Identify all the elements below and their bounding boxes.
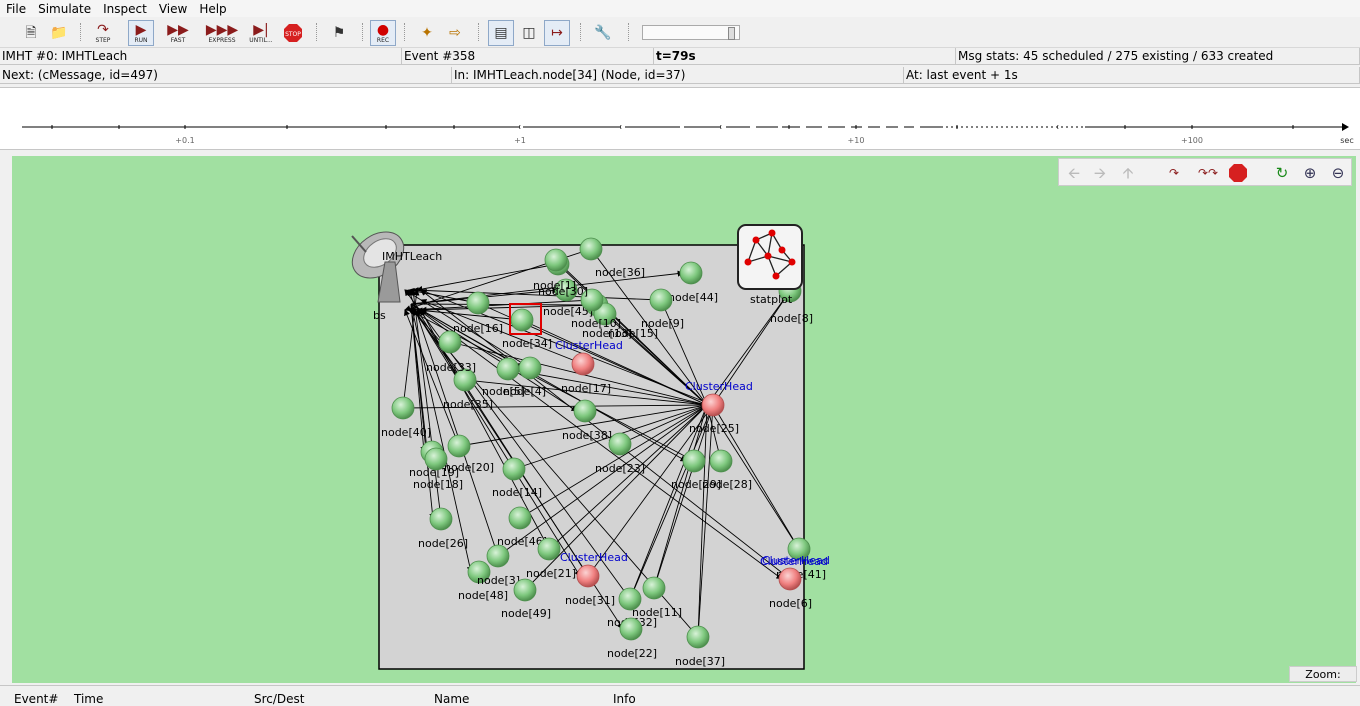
step-module-icon[interactable]: ↷ [1163,162,1185,184]
menu-bar: File Simulate Inspect View Help [0,0,1360,17]
next-event: Next: (cMessage, id=497) [0,67,452,84]
express-button[interactable]: ▶▶▶ EXPRESS [206,20,238,46]
status-row-2: Next: (cMessage, id=497) In: IMHTLeach.n… [0,67,1360,85]
express-label: EXPRESS [208,36,236,44]
timeline-axis: +0.1 +1 +10 +100 sec [22,123,1354,145]
forward-arrow-icon[interactable]: 🡪 [1089,162,1111,184]
rec-label: REC [376,36,390,44]
fast-label: FAST [170,36,186,44]
stop-icon: STOP [284,24,302,42]
event-number: Event #358 [402,48,654,65]
col-info[interactable]: Info [613,692,636,706]
run-module-icon[interactable]: ↷↷ [1197,162,1219,184]
step-label: STEP [95,36,111,44]
canvas-toolbar: 🡨 🡪 🡩 ↷ ↷↷ ↻ ⊕ ⊖ [1058,158,1352,186]
model-name: IMHT #0: IMHTLeach [0,48,402,65]
stop-label: STOP [285,31,301,38]
zoom-level: Zoom: 1.69x [1289,666,1357,697]
animation-speed-slider[interactable] [642,25,740,40]
until-button[interactable]: ▶| UNTIL... [246,20,276,46]
msg-stats: Msg stats: 45 scheduled / 275 existing /… [956,48,1360,65]
stop-button[interactable]: STOP [280,20,306,46]
timeline-toggle-icon[interactable]: ↦ [544,20,570,46]
next-time: At: last event + 1s [904,67,1360,84]
event-log-header: Event# Time Src/Dest Name Info [0,685,1360,706]
timeline[interactable]: +0.1 +1 +10 +100 sec [0,87,1360,150]
menu-inspect[interactable]: Inspect [97,0,153,17]
filter-messages-icon[interactable]: ⇨ [442,20,468,46]
stop-module-icon[interactable] [1227,162,1249,184]
zoom-in-icon[interactable]: ⊕ [1299,162,1321,184]
fast-button[interactable]: ▶▶ FAST [165,20,191,46]
sim-time: t=79s [654,48,956,65]
up-arrow-icon[interactable]: 🡩 [1117,162,1139,184]
run-label: RUN [134,36,148,44]
run-button[interactable]: ▶ RUN [128,20,154,46]
tick-label-1: +1 [514,136,526,145]
tick-label-0-1: +0.1 [175,136,194,145]
step-button[interactable]: ↷ STEP [90,20,116,46]
back-arrow-icon[interactable]: 🡨 [1063,162,1085,184]
next-module: In: IMHTLeach.node[34] (Node, id=37) [452,67,904,84]
timeline-unit: sec [1340,136,1354,145]
menu-help[interactable]: Help [193,0,232,17]
layout-vertical-icon[interactable]: ▤ [488,20,514,46]
menu-file[interactable]: File [0,0,32,17]
zoom-out-icon[interactable]: ⊖ [1327,162,1349,184]
status-row-1: IMHT #0: IMHTLeach Event #358 t=79s Msg … [0,48,1360,66]
tick-label-100: +100 [1181,136,1203,145]
load-ini-icon[interactable]: 📁 [46,20,72,46]
network-view [0,151,1360,685]
col-event[interactable]: Event# [14,692,58,706]
new-network-icon[interactable]: 🗎 [18,20,44,46]
menu-view[interactable]: View [153,0,193,17]
preferences-icon[interactable]: 🔧 [590,20,616,46]
find-objects-icon[interactable]: ✦ [414,20,440,46]
slider-knob[interactable] [728,27,735,40]
col-name[interactable]: Name [434,692,469,706]
call-finish-icon[interactable]: ⚑ [326,20,352,46]
network-canvas[interactable] [12,156,1356,683]
until-label: UNTIL... [249,36,273,44]
layout-horizontal-icon[interactable]: ◫ [516,20,542,46]
col-src-dest[interactable]: Src/Dest [254,692,305,706]
record-button[interactable]: ● REC [370,20,396,46]
tick-label-10: +10 [848,136,865,145]
menu-simulate[interactable]: Simulate [32,0,97,17]
refresh-icon[interactable]: ↻ [1271,162,1293,184]
col-time[interactable]: Time [74,692,103,706]
